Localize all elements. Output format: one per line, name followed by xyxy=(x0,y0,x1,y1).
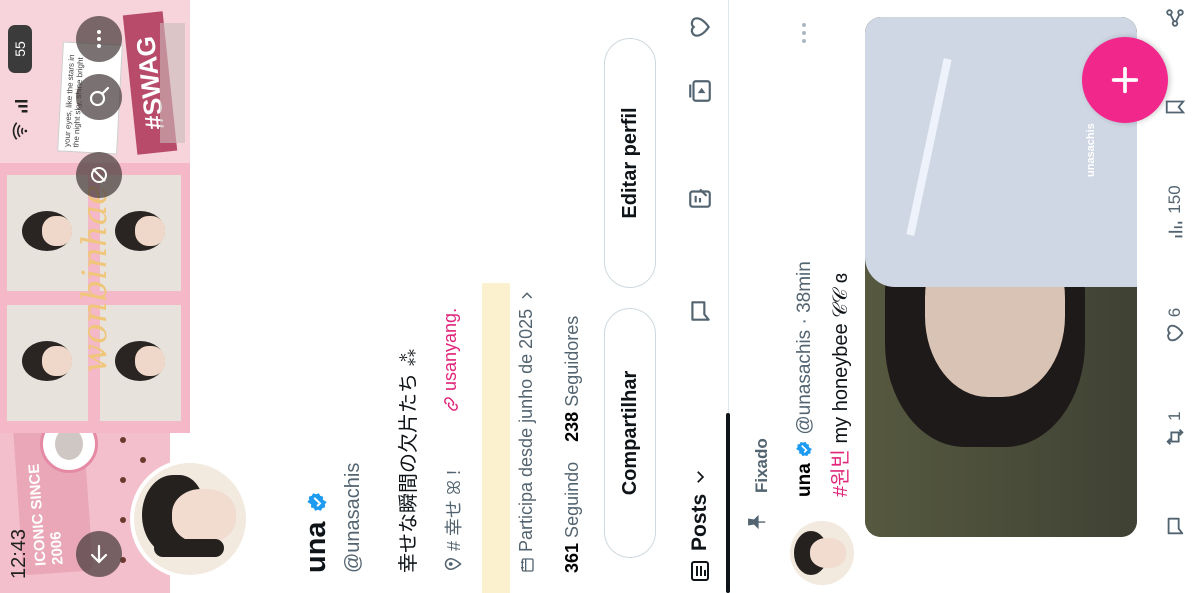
highlight-bar xyxy=(482,283,510,593)
retweet-icon xyxy=(1166,428,1184,445)
search-button[interactable] xyxy=(76,74,122,120)
retweet-button[interactable]: 1 xyxy=(1164,411,1186,447)
following-link[interactable]: 361 Seguindo xyxy=(562,462,582,573)
verified-badge-icon xyxy=(796,441,812,457)
compose-fab[interactable] xyxy=(1082,37,1168,123)
plus-icon xyxy=(1111,66,1139,94)
battery-indicator: 55 xyxy=(8,25,32,73)
profile-link-text: usanyang. xyxy=(440,307,460,391)
share-icon xyxy=(1166,9,1184,27)
link-icon xyxy=(443,397,458,411)
profile-avatar[interactable] xyxy=(130,459,250,579)
posts-icon xyxy=(691,561,709,581)
edit-note-icon xyxy=(689,188,711,208)
profile-location: # 幸せ ꕤ ! xyxy=(440,470,466,573)
post-body: my honeybee 𝒞𝒞 ɞ xyxy=(830,273,852,444)
chevron-right-icon xyxy=(521,292,532,299)
views-icon xyxy=(1168,221,1183,238)
profile-link[interactable]: usanyang. xyxy=(440,308,461,413)
reply-icon xyxy=(1167,517,1184,535)
profile-handle: @unasachis xyxy=(342,462,364,573)
retweet-count: 1 xyxy=(1165,411,1184,421)
banner-script-text: wonbinhae xyxy=(75,184,115,373)
followers-link[interactable]: 238 Seguidores xyxy=(562,316,582,442)
bookmark-icon xyxy=(1165,100,1186,114)
media-tab-button[interactable] xyxy=(680,71,720,111)
reply-button[interactable] xyxy=(1164,515,1186,537)
post-author-name: una xyxy=(794,463,815,497)
following-count: 361 xyxy=(562,542,582,573)
message-icon xyxy=(691,301,710,321)
post-handle-time: @unasachis · 38min xyxy=(794,261,815,435)
share-post-button[interactable] xyxy=(1164,7,1186,29)
profile-joined-text: Participa desde junho de 2025 xyxy=(516,308,536,552)
views-count: 150 xyxy=(1165,185,1184,214)
tab-posts-label: Posts xyxy=(688,493,711,551)
back-icon xyxy=(90,544,108,564)
calendar-icon xyxy=(520,558,534,572)
followers-count: 238 xyxy=(562,411,582,442)
back-button[interactable] xyxy=(76,531,122,577)
search-icon xyxy=(89,86,110,107)
verified-badge-icon xyxy=(307,493,327,512)
more-icon xyxy=(97,30,101,48)
share-profile-button[interactable]: Compartilhar xyxy=(604,308,656,558)
profile-name: una xyxy=(300,491,333,573)
followers-label: Seguidores xyxy=(562,315,582,407)
status-time: 12:43 xyxy=(8,528,30,579)
media-watermark: unasachis xyxy=(1085,123,1097,177)
likes-tab-button[interactable] xyxy=(680,7,720,47)
profile-location-text: # 幸せ ꕤ ! xyxy=(444,470,464,551)
follow-stats: 361 Seguindo 238 Seguidores xyxy=(562,316,583,573)
like-count: 6 xyxy=(1165,307,1184,318)
views-button[interactable]: 150 xyxy=(1164,185,1186,240)
like-button[interactable]: 6 xyxy=(1164,308,1186,344)
eye-off-icon xyxy=(91,167,107,183)
post-author-avatar[interactable] xyxy=(790,521,854,585)
profile-bio: 幸せな瞬間の欠片たち ⁂ xyxy=(398,347,420,573)
profile-screen: ICONIC SINCE 2006 wonbinhae your eyes, l… xyxy=(0,0,1200,593)
post-header: una @unasachis · 38min xyxy=(794,261,816,497)
pinned-label: Fixado xyxy=(752,438,771,493)
heart-icon xyxy=(690,17,710,37)
like-icon xyxy=(1167,325,1184,342)
location-icon xyxy=(444,557,462,571)
add-media-icon xyxy=(689,80,711,102)
post-more-button[interactable] xyxy=(792,18,816,48)
chevron-down-icon xyxy=(697,470,705,483)
post-text: #원빈 my honeybee 𝒞𝒞 ɞ xyxy=(824,273,853,497)
pin-icon xyxy=(746,503,776,533)
banner-photo-strip: wonbinhae xyxy=(0,163,190,433)
signal-icon xyxy=(10,95,30,115)
wifi-icon xyxy=(10,121,30,141)
tab-active-indicator xyxy=(726,413,730,593)
message-button[interactable] xyxy=(680,291,720,331)
drafts-button[interactable] xyxy=(680,178,720,218)
tab-posts[interactable]: Posts xyxy=(680,423,720,583)
profile-joined: Participa desde junho de 2025 xyxy=(516,288,537,573)
post-hashtag[interactable]: #원빈 xyxy=(830,449,852,497)
profile-name-text: una xyxy=(300,521,332,573)
bookmark-button[interactable] xyxy=(1164,96,1186,118)
edit-profile-button[interactable]: Editar perfil xyxy=(604,38,656,288)
more-options-button[interactable] xyxy=(76,16,122,62)
following-label: Seguindo xyxy=(562,461,582,538)
hidden-words-button[interactable] xyxy=(76,152,122,198)
